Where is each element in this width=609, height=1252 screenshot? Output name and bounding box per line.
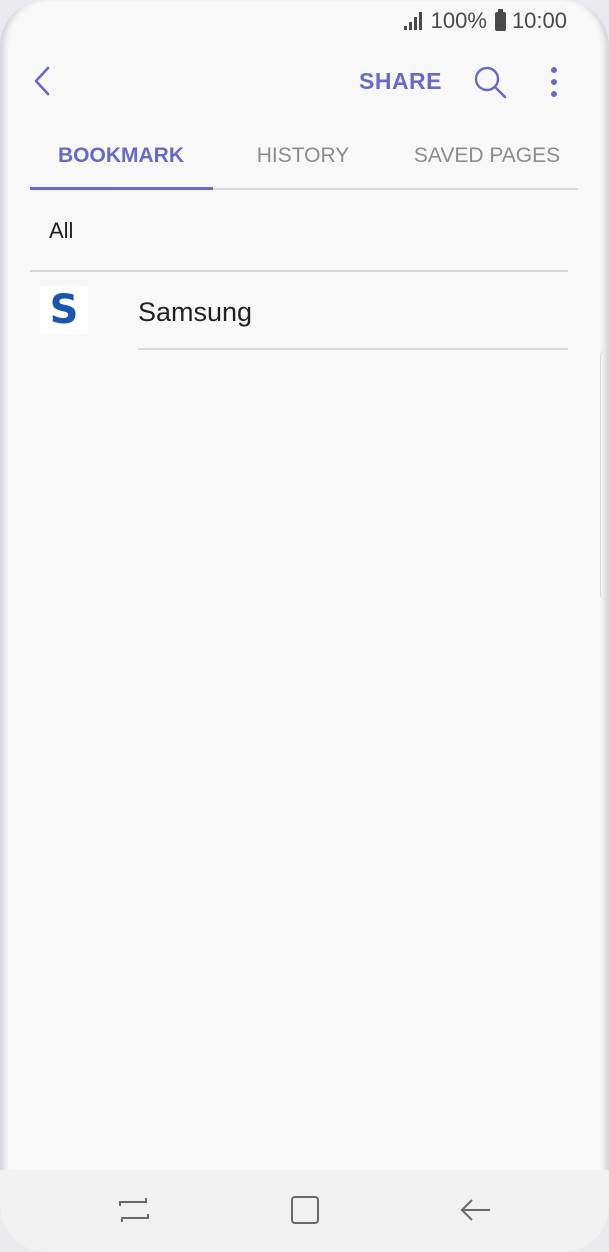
status-indicators: 100% 10:00 bbox=[403, 8, 567, 34]
tab-saved-pages[interactable]: SAVED PAGES bbox=[396, 144, 578, 168]
status-bar: 100% 10:00 bbox=[0, 0, 609, 44]
tab-bar: BOOKMARK HISTORY SAVED PAGES bbox=[30, 128, 578, 190]
back-nav-icon[interactable] bbox=[458, 1192, 494, 1228]
bookmark-item[interactable]: S Samsung bbox=[30, 272, 568, 350]
samsung-favicon-icon: S bbox=[40, 286, 88, 334]
divider bbox=[138, 348, 568, 350]
folder-label: All bbox=[49, 218, 74, 243]
more-options-icon[interactable] bbox=[546, 64, 562, 100]
home-icon[interactable] bbox=[287, 1192, 323, 1228]
recent-apps-icon[interactable] bbox=[116, 1192, 152, 1228]
clock: 10:00 bbox=[511, 8, 567, 33]
favicon-letter: S bbox=[49, 287, 79, 333]
search-icon[interactable] bbox=[472, 64, 508, 100]
navigation-bar bbox=[0, 1170, 609, 1252]
side-edge bbox=[600, 350, 609, 600]
bookmark-title: Samsung bbox=[138, 297, 253, 327]
phone-screen: 100% 10:00 SHARE BOOKMARK HISTORY SAVED … bbox=[0, 0, 609, 1252]
toolbar: SHARE bbox=[0, 52, 609, 112]
folder-all[interactable]: All bbox=[30, 196, 568, 272]
share-button[interactable]: SHARE bbox=[359, 68, 442, 95]
tab-bookmark[interactable]: BOOKMARK bbox=[30, 144, 212, 168]
signal-icon bbox=[403, 12, 422, 30]
active-tab-indicator bbox=[30, 187, 213, 190]
back-icon[interactable] bbox=[30, 64, 54, 98]
tab-history[interactable]: HISTORY bbox=[212, 144, 394, 168]
battery-icon bbox=[494, 8, 506, 31]
battery-percent: 100% bbox=[430, 8, 487, 33]
